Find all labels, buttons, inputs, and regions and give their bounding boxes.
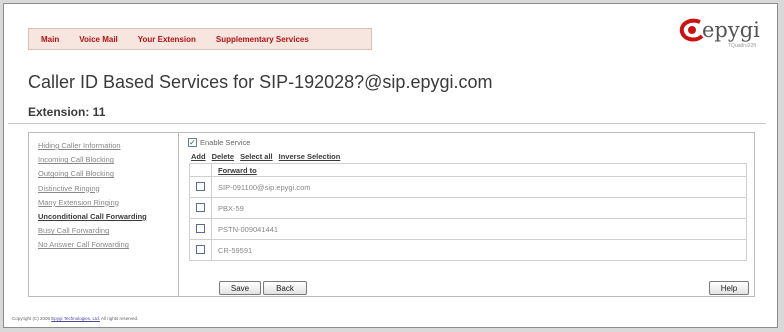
epygi-logo: epygi TQuadro22ft <box>678 18 778 50</box>
service-sidebar: Hiding Caller Information Incoming Call … <box>29 133 179 296</box>
extension-label: Extension: 11 <box>28 105 106 119</box>
nav-supplementary-services[interactable]: Supplementary Services <box>206 35 319 44</box>
back-button[interactable]: Back <box>263 281 307 295</box>
company-link[interactable]: Epygi Technologies, Ltd. <box>51 316 100 321</box>
enable-service-row: ✓ Enable Service <box>188 138 250 147</box>
row-checkbox[interactable] <box>196 244 205 254</box>
header-divider <box>8 123 766 124</box>
row-checkbox[interactable] <box>196 202 205 212</box>
page-frame: Main Voice Mail Your Extension Supplemen… <box>3 3 778 328</box>
delete-link[interactable]: Delete <box>212 152 235 161</box>
sidebar-item-busy-call-forwarding[interactable]: Busy Call Forwarding <box>38 224 178 238</box>
table-row: PSTN-009041441 <box>189 218 747 240</box>
logo-model: TQuadro22ft <box>728 43 757 49</box>
nav-your-extension[interactable]: Your Extension <box>128 35 206 44</box>
sidebar-item-outgoing-call-blocking[interactable]: Outgoing Call Blocking <box>38 167 178 181</box>
sidebar-item-unconditional-call-forwarding[interactable]: Unconditional Call Forwarding <box>38 210 178 224</box>
forward-to-cell: CR-59591 <box>211 239 747 261</box>
enable-service-label: Enable Service <box>200 138 251 147</box>
select-all-link[interactable]: Select all <box>240 152 273 161</box>
enable-service-checkbox[interactable]: ✓ <box>188 138 197 147</box>
table-actions: Add Delete Select all Inverse Selection <box>191 152 340 161</box>
logo-wordmark: epygi <box>702 18 760 42</box>
table-row: SIP-091100@sip.epygi.com <box>189 176 747 198</box>
forward-to-header[interactable]: Forward to <box>211 163 747 177</box>
forward-to-cell: PSTN-009041441 <box>211 218 747 240</box>
table-row: CR-59591 <box>189 239 747 261</box>
row-select-cell <box>189 197 212 219</box>
table-header-row: Forward to <box>189 163 747 177</box>
sidebar-item-many-extension-ringing[interactable]: Many Extension Ringing <box>38 196 178 210</box>
save-button[interactable]: Save <box>219 281 261 295</box>
forward-to-cell: SIP-091100@sip.epygi.com <box>211 176 747 198</box>
row-select-cell <box>189 176 212 198</box>
page-title: Caller ID Based Services for SIP-192028?… <box>28 72 493 92</box>
nav-voice-mail[interactable]: Voice Mail <box>69 35 128 44</box>
help-button[interactable]: Help <box>709 281 749 295</box>
row-checkbox[interactable] <box>196 223 205 233</box>
add-link[interactable]: Add <box>191 152 206 161</box>
footer-prefix: Copyright (C) 2006 <box>12 316 52 321</box>
row-select-cell <box>189 218 212 240</box>
sidebar-item-distinctive-ringing[interactable]: Distinctive Ringing <box>38 182 178 196</box>
nav-main[interactable]: Main <box>29 35 69 44</box>
footer-suffix: All rights reserved. <box>99 316 139 321</box>
sidebar-item-incoming-call-blocking[interactable]: Incoming Call Blocking <box>38 153 178 167</box>
sidebar-item-no-answer-call-forwarding[interactable]: No Answer Call Forwarding <box>38 238 178 252</box>
forward-table: Forward to SIP-091100@sip.epygi.com PBX-… <box>189 163 747 261</box>
row-checkbox[interactable] <box>196 181 205 191</box>
top-navigation: Main Voice Mail Your Extension Supplemen… <box>28 28 372 50</box>
row-select-cell <box>189 239 212 261</box>
sidebar-item-hiding-caller-information[interactable]: Hiding Caller Information <box>38 139 178 153</box>
table-header-select <box>189 163 212 177</box>
table-row: PBX-59 <box>189 197 747 219</box>
footer: Copyright (C) 2006 Epygi Technologies, L… <box>12 316 138 321</box>
inverse-selection-link[interactable]: Inverse Selection <box>279 152 341 161</box>
forward-to-cell: PBX-59 <box>211 197 747 219</box>
content-panel: Hiding Caller Information Incoming Call … <box>28 132 755 297</box>
